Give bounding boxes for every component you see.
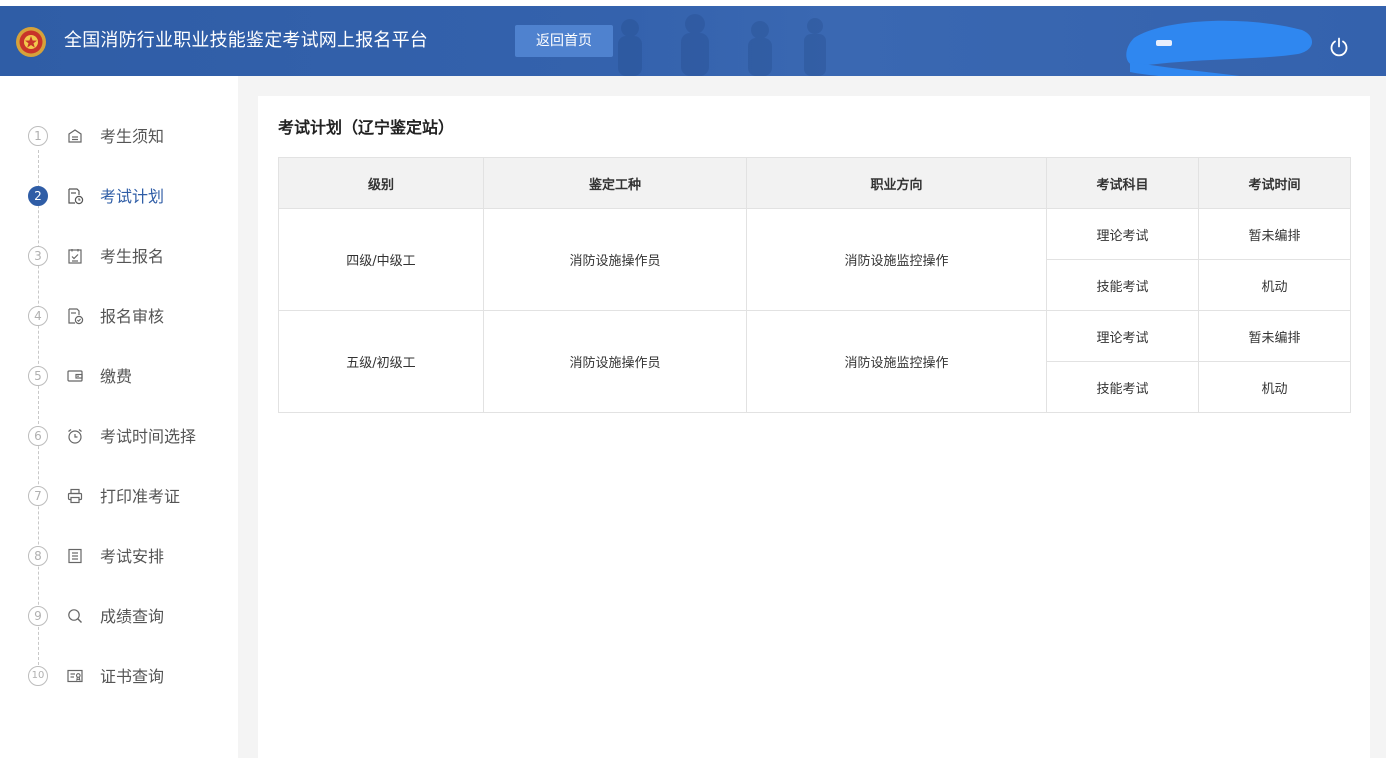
- subject-cell: 理论考试: [1046, 310, 1199, 362]
- column-header-occupation: 鉴定工种: [483, 157, 747, 209]
- subject-cell: 技能考试: [1046, 259, 1199, 311]
- column-header-direction: 职业方向: [746, 157, 1047, 209]
- fire-rescue-emblem-icon: [16, 27, 46, 57]
- schedule-doc-icon: [68, 188, 84, 205]
- step-item-1[interactable]: 1 考生须知: [26, 122, 236, 152]
- subject-cell: 理论考试: [1046, 208, 1199, 260]
- step-sidebar: [0, 76, 238, 758]
- step-item-10[interactable]: 10 证书查询: [26, 662, 236, 692]
- column-header-level: 级别: [278, 157, 484, 209]
- step-label: 考试时间选择: [100, 427, 197, 446]
- step-label: 报名审核: [100, 307, 165, 326]
- table-row: 四级/中级工 消防设施操作员 消防设施监控操作 理论考试 暂未编排: [278, 208, 1351, 311]
- step-number: 8: [28, 546, 48, 566]
- occupation-cell: 消防设施操作员: [483, 208, 747, 311]
- checklist-icon: [68, 249, 82, 264]
- step-item-6[interactable]: 6 考试时间选择: [26, 422, 236, 452]
- time-cell: 暂未编排: [1198, 310, 1351, 362]
- step-number: 3: [28, 246, 48, 266]
- level-cell: 五级/初级工: [278, 310, 484, 413]
- site-title: 全国消防行业职业技能鉴定考试网上报名平台: [64, 30, 428, 51]
- step-label: 缴费: [100, 367, 133, 386]
- list-doc-icon: [68, 548, 82, 564]
- time-cell: 暂未编排: [1198, 208, 1351, 260]
- firefighter-silhouettes-decoration: [618, 14, 826, 76]
- occupation-cell: 消防设施操作员: [483, 310, 747, 413]
- step-label: 证书查询: [100, 667, 165, 686]
- redacted-user-info: [1126, 20, 1313, 76]
- alarm-clock-icon: [68, 429, 82, 444]
- table-header-row: 级别 鉴定工种 职业方向 考试科目 考试时间: [278, 157, 1351, 209]
- step-number: 7: [28, 486, 48, 506]
- step-number: 10: [28, 666, 48, 686]
- step-label: 考试安排: [100, 547, 165, 566]
- level-cell: 四级/中级工: [278, 208, 484, 311]
- subject-cell: 技能考试: [1046, 361, 1199, 413]
- step-label: 打印准考证: [100, 487, 181, 506]
- direction-cell: 消防设施监控操作: [746, 310, 1047, 413]
- step-item-3[interactable]: 3 考生报名: [26, 242, 236, 272]
- step-item-9[interactable]: 9 成绩查询: [26, 602, 236, 632]
- time-cell: 机动: [1198, 361, 1351, 413]
- step-number: 2: [28, 186, 48, 206]
- printer-icon: [67, 488, 83, 504]
- step-label: 成绩查询: [100, 607, 165, 626]
- step-number: 5: [28, 366, 48, 386]
- exam-plan-table: 级别 鉴定工种 职业方向 考试科目 考试时间 四级/中级工 消防设施操作员 消防…: [278, 157, 1351, 413]
- step-item-8[interactable]: 8 考试安排: [26, 542, 236, 572]
- step-item-4[interactable]: 4 报名审核: [26, 302, 236, 332]
- step-label: 考生报名: [100, 247, 165, 266]
- search-icon: [68, 609, 82, 623]
- top-header: 全国消防行业职业技能鉴定考试网上报名平台 返回首页: [0, 6, 1386, 76]
- step-number: 4: [28, 306, 48, 326]
- review-doc-icon: [68, 308, 84, 325]
- main-content-panel: 考试计划（辽宁鉴定站） 级别 鉴定工种 职业方向 考试科目 考试时间 四级/中级…: [258, 96, 1370, 758]
- certificate-icon: [67, 669, 83, 683]
- step-connector-line: [38, 150, 39, 670]
- wallet-icon: [67, 370, 83, 382]
- table-row: 五级/初级工 消防设施操作员 消防设施监控操作 理论考试 暂未编排: [278, 310, 1351, 413]
- step-label: 考试计划: [100, 187, 165, 206]
- step-item-7[interactable]: 7 打印准考证: [26, 482, 236, 512]
- column-header-time: 考试时间: [1198, 157, 1351, 209]
- time-cell: 机动: [1198, 259, 1351, 311]
- step-item-2[interactable]: 2 考试计划: [26, 182, 236, 212]
- page-title: 考试计划（辽宁鉴定站）: [278, 118, 455, 137]
- step-number: 1: [28, 126, 48, 146]
- step-label: 考生须知: [100, 127, 165, 146]
- notice-icon: [68, 129, 82, 143]
- step-number: 6: [28, 426, 48, 446]
- direction-cell: 消防设施监控操作: [746, 208, 1047, 311]
- step-item-5[interactable]: 5 缴费: [26, 362, 236, 392]
- return-home-button[interactable]: 返回首页: [515, 25, 613, 57]
- logout-power-icon[interactable]: [1328, 36, 1350, 58]
- step-number: 9: [28, 606, 48, 626]
- column-header-subject: 考试科目: [1046, 157, 1199, 209]
